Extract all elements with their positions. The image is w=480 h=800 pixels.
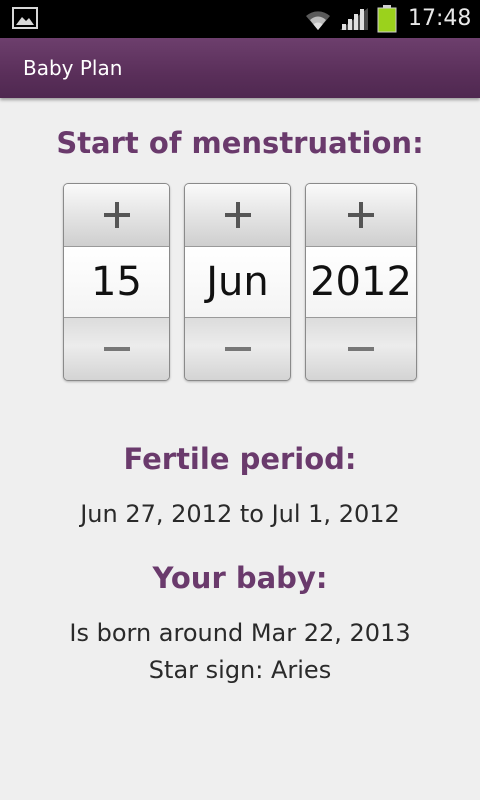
battery-icon (377, 5, 397, 33)
fertile-range: Jun 27, 2012 to Jul 1, 2012 (80, 500, 400, 528)
wifi-icon (306, 11, 330, 30)
baby-heading: Your baby: (152, 561, 328, 595)
month-decrement-button[interactable] (185, 317, 290, 380)
plus-icon (103, 202, 130, 228)
month-value[interactable]: Jun (185, 247, 290, 317)
year-value[interactable]: 2012 (306, 247, 416, 317)
year-picker[interactable]: 2012 (305, 183, 417, 381)
month-picker[interactable]: Jun (184, 183, 291, 381)
day-picker[interactable]: 15 (63, 183, 170, 381)
app-title: Baby Plan (23, 56, 123, 80)
gallery-notification-icon (12, 7, 38, 29)
month-increment-button[interactable] (185, 184, 290, 247)
day-value[interactable]: 15 (64, 247, 169, 317)
plus-icon (348, 202, 374, 228)
birth-date: Is born around Mar 22, 2013 (69, 619, 411, 647)
year-decrement-button[interactable] (306, 317, 416, 380)
plus-icon (224, 202, 251, 228)
signal-icon (340, 8, 368, 30)
year-increment-button[interactable] (306, 184, 416, 247)
star-sign: Star sign: Aries (148, 656, 332, 684)
day-increment-button[interactable] (64, 184, 169, 247)
minus-icon (224, 347, 251, 351)
status-bar: 17:48 (0, 0, 480, 38)
minus-icon (103, 347, 130, 351)
fertile-heading: Fertile period: (123, 442, 357, 476)
day-decrement-button[interactable] (64, 317, 169, 380)
menstruation-heading: Start of menstruation: (56, 126, 424, 160)
action-bar: Baby Plan (0, 38, 480, 98)
minus-icon (348, 347, 374, 351)
status-time: 17:48 (408, 6, 472, 31)
